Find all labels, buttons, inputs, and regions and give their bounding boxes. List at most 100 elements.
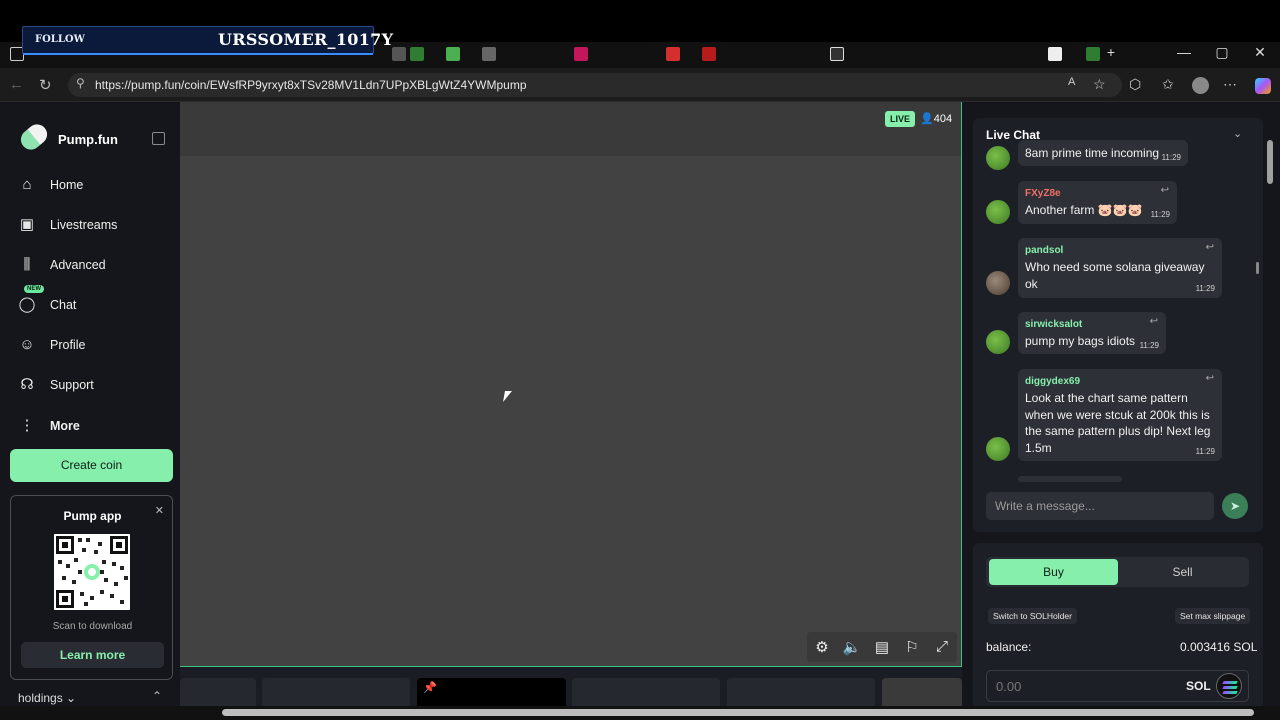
minimize-button[interactable]: — [1169,44,1199,60]
message-text: 8am prime time incoming [1025,146,1160,160]
sidebar-item-advanced[interactable]: ⫼ Advanced [10,248,172,282]
tab-favicon[interactable] [702,47,716,61]
sidebar-item-support[interactable]: ☊ Support [10,368,172,402]
message-time: 11:29 [1139,341,1159,350]
report-flag-icon[interactable]: ⚐ [902,638,922,656]
qr-code [54,534,130,610]
sidebar-item-label: Advanced [50,258,106,272]
tab-favicon[interactable] [392,47,406,61]
copilot-icon[interactable] [1255,78,1271,94]
site-info-icon[interactable]: ⚲ [76,76,85,90]
buy-tab[interactable]: Buy [989,559,1118,585]
pump-app-card: Pump app ✕ Scan to download Learn more [10,495,173,680]
app-card-title: Pump app [63,509,122,523]
avatar[interactable] [986,437,1010,461]
coin-card[interactable] [882,678,962,708]
message-time: 11:29 [1195,447,1215,456]
chevron-down-icon[interactable]: ⌄ [1233,127,1242,140]
avatar[interactable] [986,146,1010,170]
settings-gear-icon[interactable]: ⚙ [812,638,832,656]
expand-holdings-icon[interactable]: ⌃ [152,689,162,703]
new-tab-button[interactable]: + [1096,44,1126,60]
sidebar-item-profile[interactable]: ☺ Profile [10,328,172,362]
send-icon[interactable]: ➤ [1222,493,1248,519]
chat-message: FXyZ8e ↩ Another farm 🐷🐷🐷 11:29 [1018,181,1177,224]
reply-icon[interactable]: ↩ [1206,373,1214,384]
chat-message-input[interactable]: Write a message... [986,492,1214,520]
user-circle-icon: ☺ [19,336,35,353]
message-username[interactable]: sirwicksalot [1025,319,1082,330]
switch-currency-button[interactable]: Switch to SOLHolder [988,608,1077,624]
active-tab-favicon[interactable] [830,47,844,61]
horizontal-scrollbar[interactable] [222,709,1254,716]
avatar[interactable] [986,271,1010,295]
reply-icon[interactable]: ↩ [1150,316,1158,327]
url-text[interactable]: https://pump.fun/coin/EWsfRP9yrxyt8xTSv2… [95,78,527,92]
coin-card[interactable] [572,678,720,708]
fullscreen-icon[interactable]: ⤢ [932,638,952,655]
sell-tab[interactable]: Sell [1118,559,1247,585]
sidebar-item-home[interactable]: ⌂ Home [10,168,172,202]
read-aloud-icon[interactable]: A [1068,76,1075,88]
clip-icon[interactable]: ▤ [872,638,892,656]
set-slippage-button[interactable]: Set max slippage [1175,608,1251,624]
message-text: Look at the chart same pattern when we w… [1025,391,1211,455]
scan-to-download-text: Scan to download [52,621,133,632]
coin-card-pinned[interactable]: 📌 [417,678,566,708]
tab-favicon[interactable] [410,47,424,61]
video-top-band [180,102,961,156]
sidebar-item-chat[interactable]: ◯ NEW Chat [10,285,172,322]
coin-card[interactable] [180,678,256,708]
reply-icon[interactable]: ↩ [1161,185,1169,196]
message-text: Another farm 🐷🐷🐷 [1025,203,1143,217]
tab-favicon[interactable] [574,47,588,61]
sidebar-item-label: Home [50,178,84,192]
amount-placeholder: 0.00 [996,679,1022,694]
tab-favicon[interactable] [446,47,460,61]
stream-overlay-banner: FOLLOW URSSOMER_1017Y [22,26,393,55]
message-username[interactable]: pandsol [1025,245,1063,256]
collapse-sidebar-icon[interactable] [152,132,165,145]
favorites-icon[interactable]: ✩ [1162,76,1174,93]
extensions-icon[interactable]: ⬡ [1129,76,1141,93]
amount-unit: SOL [1186,679,1211,693]
sidebar-item-more[interactable]: ⋮ More [10,409,172,443]
message-username[interactable]: diggydex69 [1025,376,1080,387]
create-coin-button[interactable]: Create coin [10,449,173,482]
reply-icon[interactable]: ↩ [1206,242,1214,253]
profile-avatar[interactable] [1192,77,1209,94]
livestream-video[interactable] [180,102,962,667]
overlay-underline [23,53,373,55]
avatar[interactable] [986,200,1010,224]
favorite-star-icon[interactable]: ☆ [1093,76,1106,93]
tab-favicon[interactable] [666,47,680,61]
sidebar-item-livestreams[interactable]: ▣ Livestreams [10,208,172,242]
tab-favicon[interactable] [1048,47,1062,61]
back-icon[interactable]: ← [9,76,24,93]
learn-more-button[interactable]: Learn more [21,642,164,668]
volume-icon[interactable]: 🔈 [842,638,862,656]
coin-card[interactable] [727,678,875,708]
message-username[interactable]: FXyZ8e [1025,188,1061,199]
chat-message: 8am prime time incoming 11:29 [1018,140,1188,166]
reload-icon[interactable]: ↻ [39,76,52,94]
settings-more-icon[interactable]: ⋯ [1223,76,1237,93]
brand-name[interactable]: Pump.fun [58,132,118,147]
message-text: Who need some solana giveaway ok [1025,260,1205,291]
close-window-button[interactable]: ✕ [1245,44,1275,61]
maximize-button[interactable]: ▢ [1207,44,1237,61]
avatar[interactable] [986,330,1010,354]
video-camera-icon: ▣ [19,216,35,233]
chat-scrollbar[interactable] [1256,262,1259,274]
sidebar-item-label: Profile [50,338,86,352]
sidebar-item-label: Support [50,378,94,392]
holdings-label: holdings [18,691,63,705]
viewer-user-icon: 👤 [920,113,934,125]
page-scrollbar[interactable] [1267,140,1273,184]
holdings-dropdown[interactable]: holdings ⌄ [18,691,76,705]
chat-message: pandsol ↩ Who need some solana giveaway … [1018,238,1222,298]
tab-favicon[interactable] [482,47,496,61]
chat-bubble-icon: ◯ [18,296,36,313]
coin-card[interactable] [262,678,410,708]
close-icon[interactable]: ✕ [155,504,164,517]
